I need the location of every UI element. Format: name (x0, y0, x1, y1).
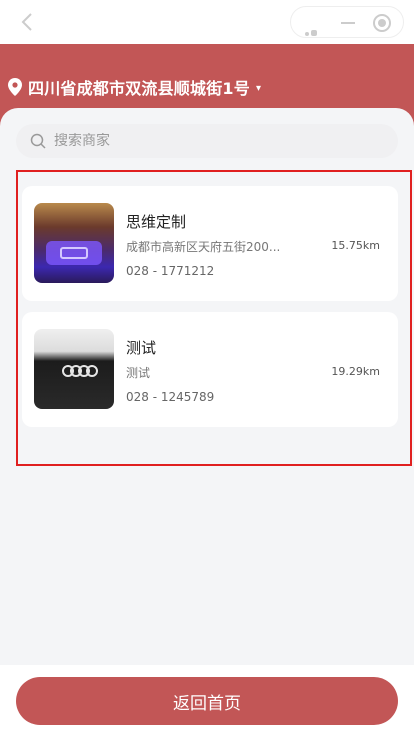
search-icon (30, 133, 46, 149)
top-nav-bar (0, 0, 414, 55)
location-selector[interactable]: 四川省成都市双流县顺城街1号 ▾ (8, 76, 261, 98)
store-phone: 028 - 1245789 (126, 390, 215, 404)
store-address: 测试 (126, 366, 151, 380)
store-card[interactable]: 思维定制 成都市高新区天府五街200... 15.75km 028 - 1771… (22, 186, 398, 301)
close-target-icon[interactable] (373, 14, 391, 32)
store-card[interactable]: 测试 测试 19.29km 028 - 1245789 (22, 312, 398, 427)
search-bar[interactable] (16, 124, 398, 158)
store-phone: 028 - 1771212 (126, 264, 215, 278)
caret-down-icon: ▾ (255, 82, 261, 94)
search-input[interactable] (54, 133, 354, 149)
return-home-button[interactable]: 返回首页 (16, 677, 398, 725)
store-address: 成都市高新区天府五街200... (126, 240, 281, 254)
store-distance: 19.29km (331, 365, 380, 378)
store-name: 测试 (126, 339, 157, 357)
store-distance: 15.75km (331, 239, 380, 252)
store-thumbnail (34, 329, 114, 409)
back-chevron-icon[interactable] (18, 12, 38, 32)
mini-program-capsule (290, 6, 404, 55)
more-icon[interactable] (305, 21, 321, 55)
minimize-icon[interactable] (341, 22, 355, 24)
store-thumbnail (34, 203, 114, 283)
location-text: 四川省成都市双流县顺城街1号 (28, 79, 250, 98)
location-pin-icon (8, 78, 22, 96)
store-name: 思维定制 (126, 213, 187, 231)
